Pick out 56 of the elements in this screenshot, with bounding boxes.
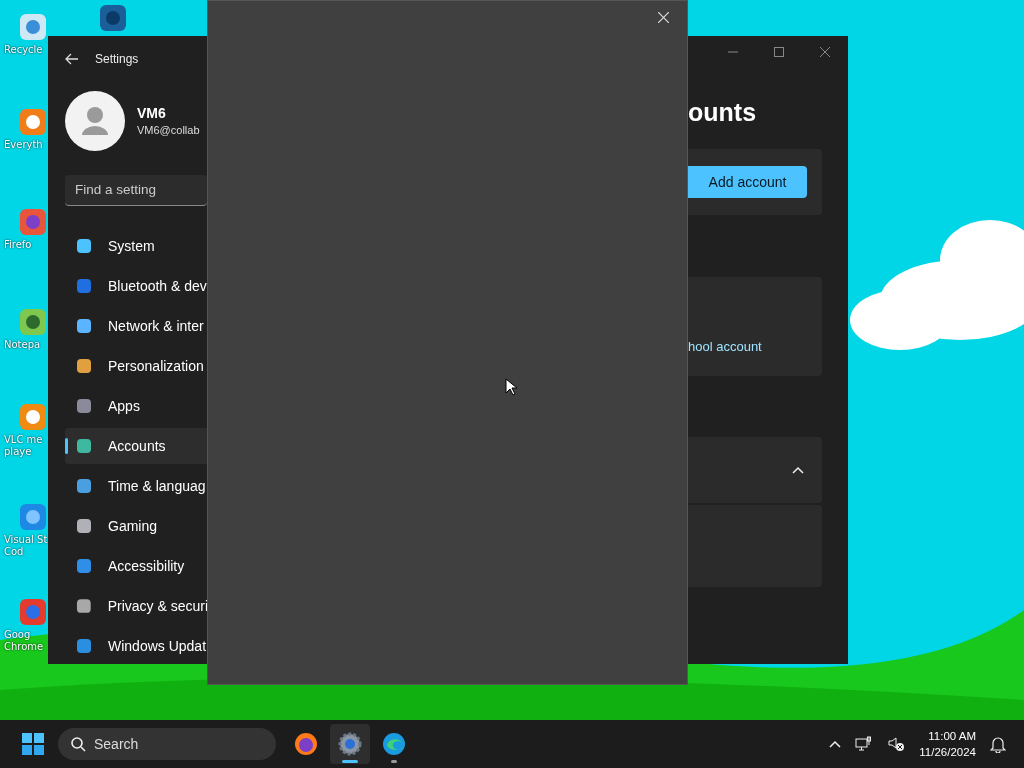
network-icon[interactable] bbox=[855, 736, 874, 752]
close-icon[interactable] bbox=[820, 47, 830, 57]
icon-label: playe bbox=[4, 446, 32, 458]
nav-item[interactable]: Bluetooth & dev bbox=[65, 268, 208, 304]
icon-label: Recycle bbox=[4, 44, 43, 56]
category-icon bbox=[74, 476, 94, 496]
category-icon bbox=[74, 636, 94, 656]
page-title: ounts bbox=[688, 98, 758, 127]
muted-speaker-icon[interactable] bbox=[887, 736, 906, 752]
icon-label: Cod bbox=[4, 546, 24, 558]
icon-label: Visual St bbox=[4, 534, 48, 546]
category-icon bbox=[74, 396, 94, 416]
taskbar-app[interactable] bbox=[330, 724, 370, 764]
icon-label: Firefo bbox=[4, 239, 32, 251]
chevron-icon[interactable] bbox=[792, 466, 804, 474]
nav-item[interactable]: Gaming bbox=[65, 508, 208, 544]
nav-item[interactable]: System bbox=[65, 228, 208, 264]
chevron-up-icon[interactable] bbox=[829, 740, 842, 748]
avatar-icon bbox=[65, 90, 125, 151]
category-icon bbox=[74, 596, 94, 616]
clock-time[interactable]: 11:00 AM bbox=[928, 728, 976, 744]
search-field[interactable]: Search bbox=[58, 728, 276, 760]
icon-label: VLC me bbox=[4, 434, 43, 446]
user-name: VM6 bbox=[137, 105, 167, 122]
search-field[interactable]: Find a setting bbox=[65, 174, 207, 206]
add-account-button[interactable]: Add account bbox=[688, 166, 807, 198]
back-arrow-icon[interactable] bbox=[65, 53, 79, 66]
category-icon bbox=[74, 356, 94, 376]
gear-icon bbox=[338, 732, 362, 756]
icon-label: Goog bbox=[4, 629, 31, 641]
nav-item[interactable]: Network & inter bbox=[65, 308, 208, 344]
account-link[interactable]: hool account bbox=[688, 339, 762, 354]
nav-item[interactable]: Time & languag bbox=[65, 468, 208, 504]
category-icon bbox=[74, 436, 94, 456]
clock-date[interactable]: 11/26/2024 bbox=[919, 744, 976, 760]
nav-item[interactable]: Accessibility bbox=[65, 548, 208, 584]
category-icon bbox=[74, 556, 94, 576]
icon-label: Everyth bbox=[4, 139, 43, 151]
category-icon bbox=[74, 236, 94, 256]
nav-item[interactable]: Apps bbox=[65, 388, 208, 424]
user-email: VM6@collab bbox=[137, 124, 200, 137]
window-title: Settings bbox=[95, 52, 139, 67]
nav-item[interactable]: Personalization bbox=[65, 348, 208, 384]
category-icon bbox=[74, 316, 94, 336]
nav-item[interactable]: Accounts bbox=[65, 428, 208, 464]
category-icon bbox=[74, 276, 94, 296]
nav-item[interactable]: Windows Updat bbox=[65, 628, 208, 664]
search-icon bbox=[70, 736, 86, 752]
bell-icon[interactable] bbox=[990, 735, 1006, 753]
pointer-icon bbox=[505, 378, 517, 396]
start-icon[interactable] bbox=[21, 732, 45, 756]
category-icon bbox=[74, 516, 94, 536]
maximize-icon[interactable] bbox=[774, 47, 784, 57]
nav-item[interactable]: Privacy & securi bbox=[65, 588, 208, 624]
icon-label: Notepa bbox=[4, 339, 41, 351]
icon-label: Chrome bbox=[4, 641, 44, 653]
